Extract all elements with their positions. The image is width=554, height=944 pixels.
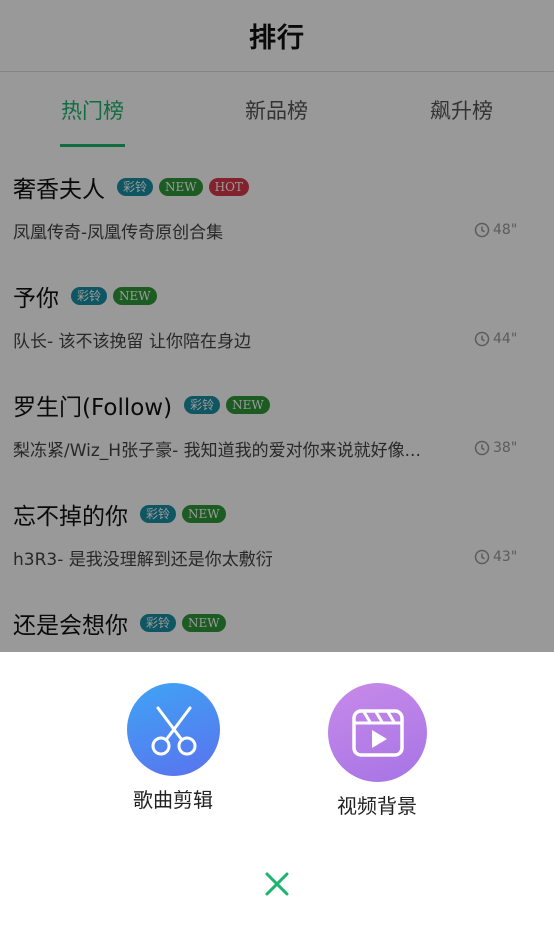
video-background-label: 视频背景	[337, 794, 417, 818]
dim-overlay[interactable]	[0, 0, 554, 652]
bottom-sheet: 歌曲剪辑 视频背景	[0, 652, 554, 944]
close-icon	[265, 872, 289, 896]
app-root: 排行 热门榜 新品榜 飙升榜 奢香夫人 彩铃 NEW HOT 凤凰传奇-凤凰传奇…	[0, 0, 554, 944]
song-clip-button[interactable]: 歌曲剪辑	[113, 683, 233, 813]
song-clip-label: 歌曲剪辑	[133, 788, 213, 812]
close-button[interactable]	[257, 864, 297, 904]
scissors-icon	[127, 683, 220, 776]
video-background-button[interactable]: 视频背景	[314, 683, 440, 819]
video-play-icon	[328, 683, 427, 782]
